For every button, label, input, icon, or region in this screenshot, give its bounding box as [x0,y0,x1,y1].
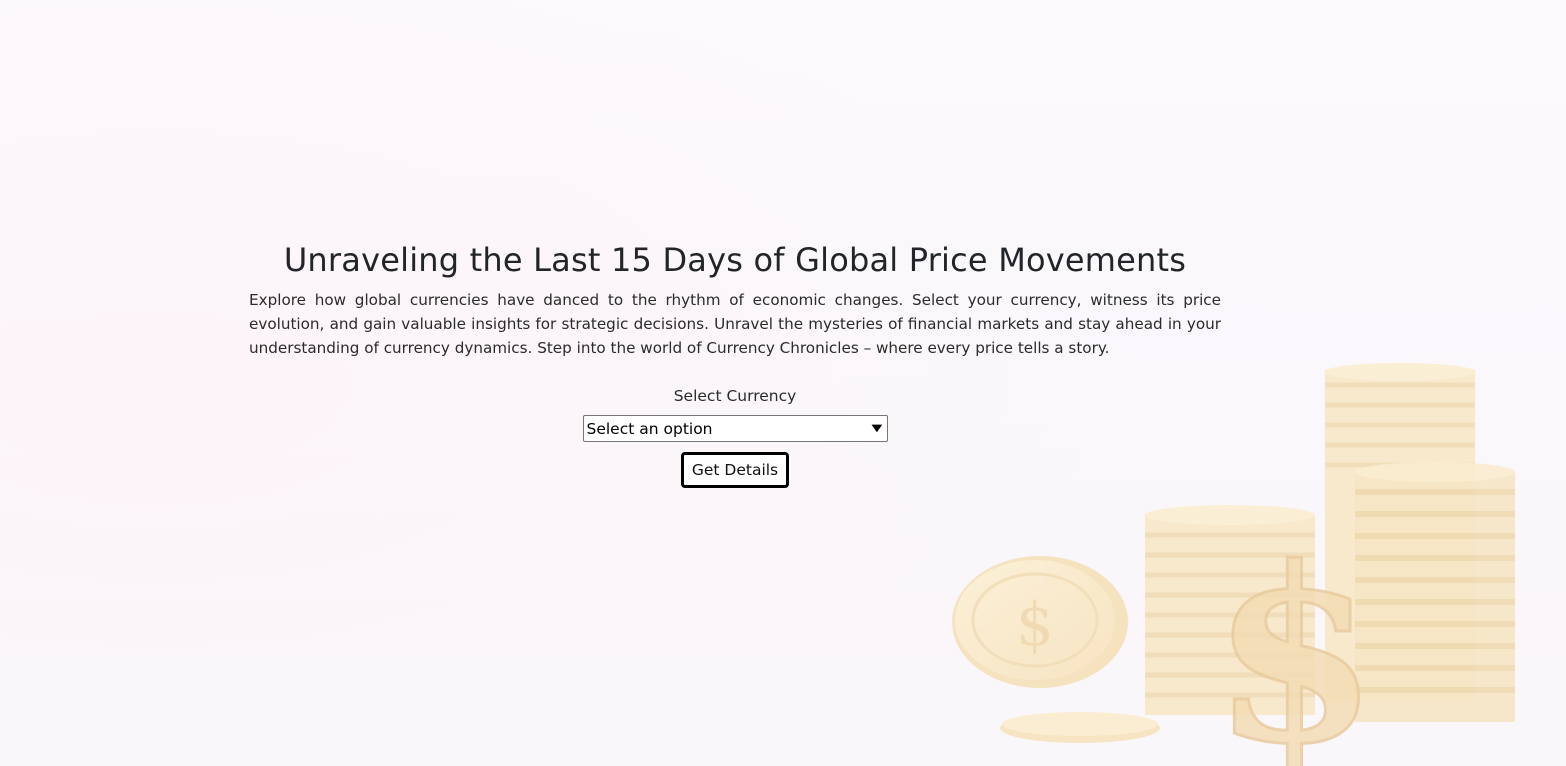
hero-section: Unraveling the Last 15 Days of Global Pr… [249,238,1221,488]
chevron-down-icon: ▼ [871,422,883,434]
page-description: Explore how global currencies have dance… [249,291,1221,357]
currency-form: Select Currency Select an option ▼ Get D… [249,386,1221,488]
currency-select[interactable]: Select an option ▼ [582,415,888,442]
get-details-button[interactable]: Get Details [680,452,790,488]
select-currency-label: Select Currency [673,387,797,405]
currency-select-value: Select an option [586,419,713,438]
page-title: Unraveling the Last 15 Days of Global Pr… [283,241,1187,279]
